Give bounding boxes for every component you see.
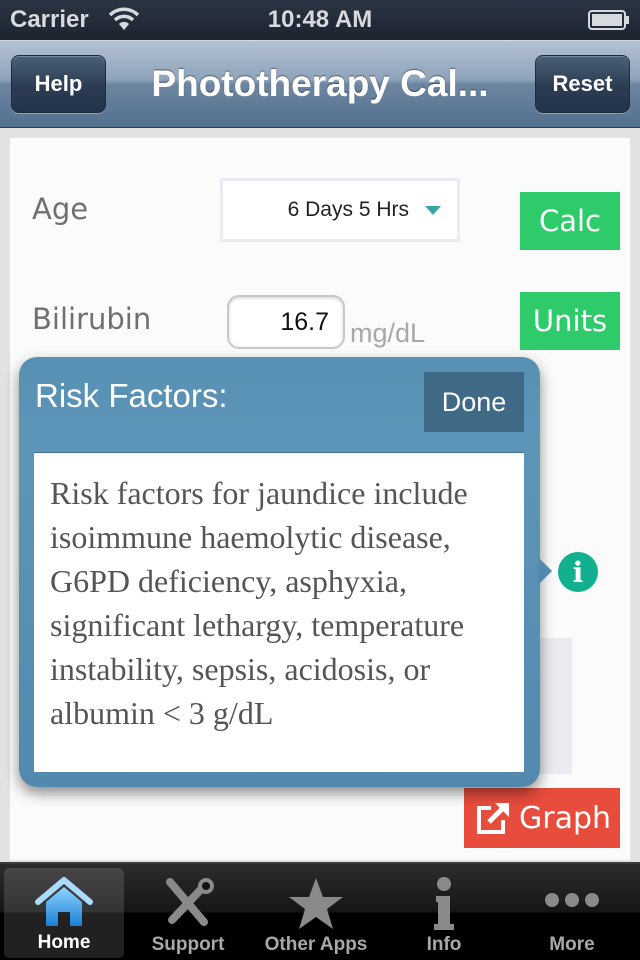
tab-label: Other Apps bbox=[264, 934, 368, 955]
tab-home[interactable]: Home bbox=[4, 868, 124, 958]
navigation-bar: Help Phototherapy Cal... Reset bbox=[0, 40, 640, 128]
tab-info[interactable]: Info bbox=[380, 864, 508, 960]
popover-arrow bbox=[538, 557, 552, 585]
graph-button-label: Graph bbox=[518, 800, 612, 836]
star-icon bbox=[289, 878, 343, 929]
tab-bar: Home Support Other Apps Info More bbox=[0, 862, 640, 960]
reset-button[interactable]: Reset bbox=[535, 55, 630, 113]
calc-button[interactable]: Calc bbox=[520, 192, 620, 250]
bilirubin-input[interactable] bbox=[227, 295, 345, 349]
tab-label: Support bbox=[151, 934, 225, 955]
bilirubin-unit: mg/dL bbox=[350, 318, 426, 348]
tab-support[interactable]: Support bbox=[124, 864, 252, 960]
popover-body-text: Risk factors for jaundice include isoimm… bbox=[34, 452, 524, 772]
tab-more[interactable]: More bbox=[508, 864, 636, 960]
units-button[interactable]: Units bbox=[520, 292, 620, 350]
age-label: Age bbox=[32, 192, 89, 226]
bilirubin-label: Bilirubin bbox=[32, 302, 152, 336]
tools-icon bbox=[166, 878, 214, 926]
chevron-down-icon bbox=[425, 205, 441, 215]
external-link-icon bbox=[476, 803, 509, 834]
tab-label: More bbox=[549, 934, 595, 955]
info-icon[interactable]: i bbox=[558, 552, 598, 592]
home-icon bbox=[35, 877, 93, 926]
clock: 10:48 AM bbox=[267, 6, 373, 33]
more-icon bbox=[545, 893, 599, 907]
age-value: 6 Days 5 Hrs bbox=[287, 198, 409, 221]
battery-icon bbox=[588, 10, 629, 30]
popover-title: Risk Factors: bbox=[35, 377, 228, 414]
page-title: Phototherapy Cal... bbox=[151, 63, 489, 104]
age-select[interactable]: 6 Days 5 Hrs bbox=[220, 178, 460, 242]
tab-other-apps[interactable]: Other Apps bbox=[252, 864, 380, 960]
tab-label: Info bbox=[426, 934, 462, 955]
risk-factors-popover: Risk Factors: Done Risk factors for jaun… bbox=[19, 357, 552, 787]
info-icon bbox=[434, 877, 454, 930]
done-button[interactable]: Done bbox=[424, 372, 524, 432]
tab-label: Home bbox=[37, 932, 91, 953]
graph-button[interactable]: Graph bbox=[464, 788, 620, 848]
help-button[interactable]: Help bbox=[11, 55, 106, 113]
status-bar: Carrier 10:48 AM bbox=[0, 0, 640, 40]
